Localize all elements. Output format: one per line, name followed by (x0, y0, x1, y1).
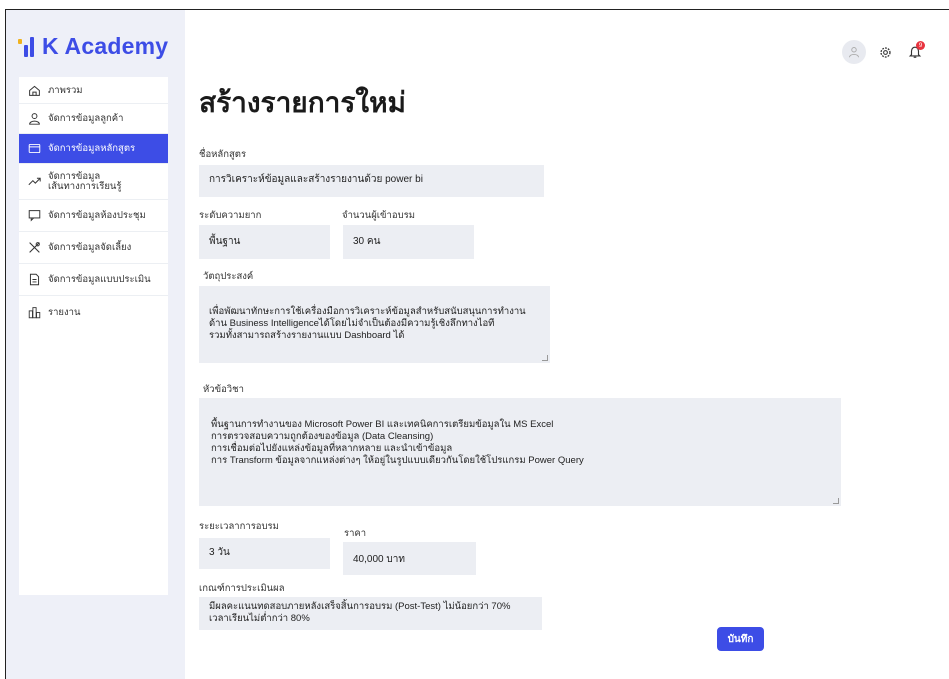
criteria-input[interactable]: มีผลคะแนนทดสอบภายหลังเสร็จสิ้นการอบรม (P… (199, 597, 542, 630)
folder-icon (27, 142, 41, 156)
sidebar-item-customers[interactable]: จัดการข้อมูลลูกค้า (19, 104, 168, 134)
utensils-icon (27, 241, 41, 255)
report-icon (27, 305, 41, 319)
sidebar-item-label: ภาพรวม (48, 84, 83, 96)
topics-text: พื้นฐานการทำงานของ Microsoft Power BI แล… (211, 418, 584, 466)
document-icon (27, 273, 41, 287)
difficulty-input[interactable]: พื้นฐาน (199, 225, 330, 259)
user-icon (27, 112, 41, 126)
avatar[interactable] (842, 40, 866, 64)
app-title: K Academy (42, 33, 169, 59)
sidebar-item-label: จัดการข้อมูลลูกค้า (48, 113, 124, 124)
topics-textarea[interactable]: พื้นฐานการทำงานของ Microsoft Power BI แล… (199, 398, 841, 506)
resize-handle[interactable] (542, 355, 548, 361)
gear-icon (879, 46, 891, 58)
course-name-label: ชื่อหลักสูตร (199, 149, 247, 160)
sidebar-menu: ภาพรวม จัดการข้อมูลลูกค้า จัดการข้อมูลหล… (19, 77, 168, 595)
logo-icon (18, 36, 34, 57)
sidebar-item-catering[interactable]: จัดการข้อมูลจัดเลี้ยง (19, 232, 168, 264)
sidebar-item-courses[interactable]: จัดการข้อมูลหลักสูตร (19, 134, 168, 164)
settings-button[interactable] (874, 41, 896, 63)
sidebar-item-evaluation[interactable]: จัดการข้อมูลแบบประเมิน (19, 264, 168, 296)
price-label: ราคา (344, 528, 367, 539)
sidebar-item-label: จัดการข้อมูลหลักสูตร (48, 143, 136, 154)
trend-icon (27, 175, 41, 189)
sidebar-item-label: จัดการข้อมูลห้องประชุม (48, 210, 146, 221)
notifications-button[interactable]: 9 (904, 41, 926, 63)
difficulty-label: ระดับความยาก (199, 210, 262, 221)
header-actions: 9 (842, 40, 926, 64)
chat-icon (27, 209, 41, 223)
objective-text: เพื่อพัฒนาทักษะการใช้เครื่องมือการวิเครา… (209, 305, 526, 341)
criteria-label: เกณฑ์การประเมินผล (199, 583, 285, 594)
save-button[interactable]: บันทึก (717, 627, 764, 651)
user-avatar-icon (849, 47, 859, 58)
duration-label: ระยะเวลาการอบรม (199, 521, 279, 532)
duration-input[interactable]: 3 วัน (199, 538, 330, 569)
sidebar-item-label: จัดการข้อมูล เส้นทางการเรียนรู้ (48, 170, 122, 192)
page-title: สร้างรายการใหม่ (199, 87, 406, 118)
sidebar-item-learning-path[interactable]: จัดการข้อมูล เส้นทางการเรียนรู้ (19, 164, 168, 200)
objective-textarea[interactable]: เพื่อพัฒนาทักษะการใช้เครื่องมือการวิเครา… (199, 286, 550, 363)
topics-label: หัวข้อวิชา (203, 384, 244, 395)
sidebar-item-label: จัดการข้อมูลแบบประเมิน (48, 274, 151, 285)
logo[interactable]: K Academy (18, 33, 168, 60)
sidebar-item-reports[interactable]: รายงาน (19, 296, 168, 328)
sidebar-item-overview[interactable]: ภาพรวม (19, 77, 168, 104)
notification-badge: 9 (916, 41, 925, 50)
course-name-input[interactable]: การวิเคราะห์ข้อมูลและสร้างรายงานด้วย pow… (199, 165, 544, 197)
sidebar-item-label: จัดการข้อมูลจัดเลี้ยง (48, 242, 132, 253)
objective-label: วัตถุประสงค์ (203, 271, 254, 282)
price-input[interactable]: 40,000 บาท (343, 542, 476, 575)
sidebar-item-label: รายงาน (48, 306, 81, 318)
participants-label: จำนวนผู้เข้าอบรม (342, 210, 415, 221)
sidebar-item-meeting-rooms[interactable]: จัดการข้อมูลห้องประชุม (19, 200, 168, 232)
resize-handle[interactable] (833, 498, 839, 504)
home-icon (27, 83, 41, 97)
participants-input[interactable]: 30 คน (343, 225, 474, 259)
